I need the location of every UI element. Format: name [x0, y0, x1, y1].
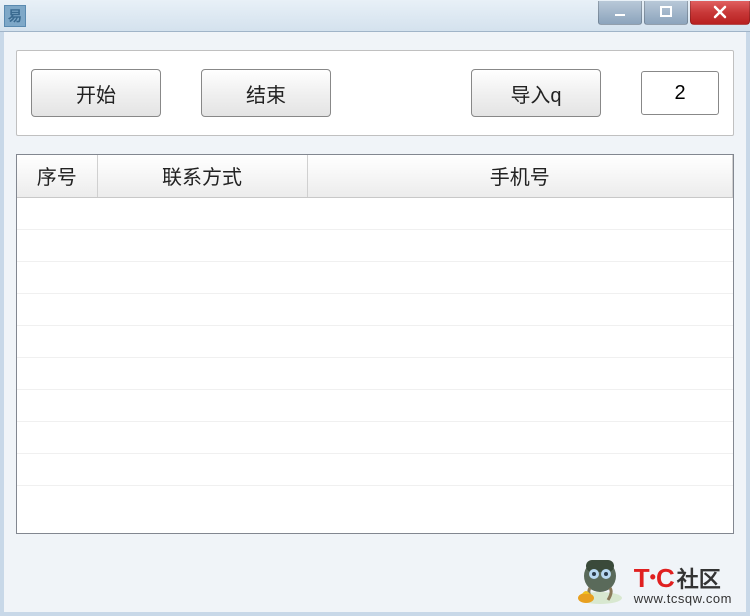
table-row — [17, 325, 733, 357]
count-input[interactable] — [641, 71, 719, 115]
table-row — [17, 357, 733, 389]
table-body — [17, 197, 733, 485]
result-table: 序号 联系方式 手机号 — [17, 155, 733, 486]
window-controls — [598, 1, 750, 29]
result-listview[interactable]: 序号 联系方式 手机号 — [16, 154, 734, 534]
table-row — [17, 421, 733, 453]
titlebar-left: 易 — [4, 5, 26, 27]
table-row — [17, 197, 733, 229]
column-header-seq[interactable]: 序号 — [17, 155, 97, 197]
column-header-contact[interactable]: 联系方式 — [97, 155, 307, 197]
window-titlebar: 易 — [0, 0, 750, 32]
table-header-row: 序号 联系方式 手机号 — [17, 155, 733, 197]
toolbar-panel: 开始 结束 导入q — [16, 50, 734, 136]
table-row — [17, 229, 733, 261]
end-button[interactable]: 结束 — [201, 69, 331, 117]
app-icon: 易 — [4, 5, 26, 27]
client-area: 开始 结束 导入q 序号 联系方式 手机号 — [0, 32, 750, 616]
table-row — [17, 453, 733, 485]
table-row — [17, 293, 733, 325]
close-button[interactable] — [690, 1, 750, 25]
maximize-button[interactable] — [644, 1, 688, 25]
minimize-button[interactable] — [598, 1, 642, 25]
start-button[interactable]: 开始 — [31, 69, 161, 117]
import-q-button[interactable]: 导入q — [471, 69, 601, 117]
table-row — [17, 389, 733, 421]
table-row — [17, 261, 733, 293]
column-header-phone[interactable]: 手机号 — [307, 155, 733, 197]
